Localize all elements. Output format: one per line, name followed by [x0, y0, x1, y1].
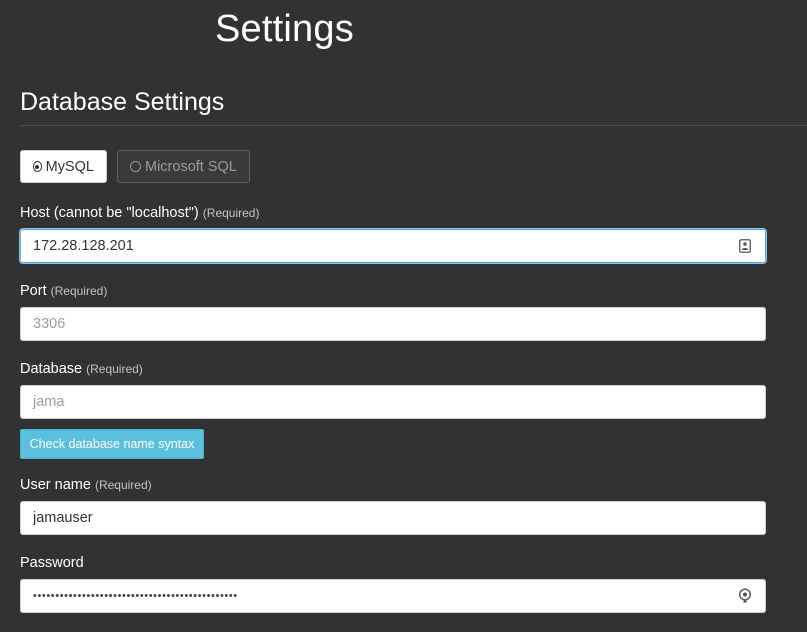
password-key-icon[interactable] — [737, 588, 753, 604]
host-required-note: (Required) — [202, 206, 260, 220]
password-label-text: Password — [20, 555, 84, 571]
username-label-text: User name — [20, 477, 91, 493]
section-title: Database Settings — [20, 88, 225, 116]
username-label: User name (Required) — [20, 476, 152, 494]
port-label-text: Port — [20, 283, 47, 299]
password-input-value: ••••••••••••••••••••••••••••••••••••••••… — [33, 590, 238, 602]
mysql-option-label: MySQL — [45, 158, 94, 175]
port-input[interactable]: 3306 — [20, 307, 766, 341]
db-type-selector: MySQL Microsoft SQL — [20, 150, 250, 183]
settings-page: Settings Database Settings MySQL Microso… — [0, 0, 807, 632]
password-input[interactable]: ••••••••••••••••••••••••••••••••••••••••… — [20, 579, 766, 613]
username-input-value: jamauser — [33, 510, 93, 526]
host-label: Host (cannot be "localhost") (Required) — [20, 204, 259, 222]
host-label-text: Host (cannot be "localhost") — [20, 205, 199, 221]
database-label: Database (Required) — [20, 360, 143, 378]
host-input-value: 172.28.128.201 — [33, 238, 134, 254]
host-input[interactable]: 172.28.128.201 — [20, 229, 766, 263]
mssql-option-label: Microsoft SQL — [145, 158, 237, 175]
check-database-syntax-button[interactable]: Check database name syntax — [20, 429, 204, 459]
mysql-option-button[interactable]: MySQL — [20, 150, 107, 183]
database-input[interactable]: jama — [20, 385, 766, 419]
username-input[interactable]: jamauser — [20, 501, 766, 535]
password-label: Password — [20, 554, 84, 572]
username-required-note: (Required) — [94, 478, 152, 492]
database-label-text: Database — [20, 361, 83, 377]
mssql-option-button[interactable]: Microsoft SQL — [117, 150, 250, 183]
page-title: Settings — [215, 8, 354, 50]
port-required-note: (Required) — [50, 284, 108, 298]
radio-unchecked-icon — [130, 161, 141, 172]
contact-card-icon[interactable] — [737, 238, 753, 254]
section-divider — [20, 125, 807, 126]
database-required-note: (Required) — [86, 362, 143, 376]
port-label: Port (Required) — [20, 282, 107, 300]
port-input-placeholder: 3306 — [33, 316, 66, 332]
database-input-placeholder: jama — [33, 394, 65, 410]
radio-checked-icon — [33, 161, 42, 172]
